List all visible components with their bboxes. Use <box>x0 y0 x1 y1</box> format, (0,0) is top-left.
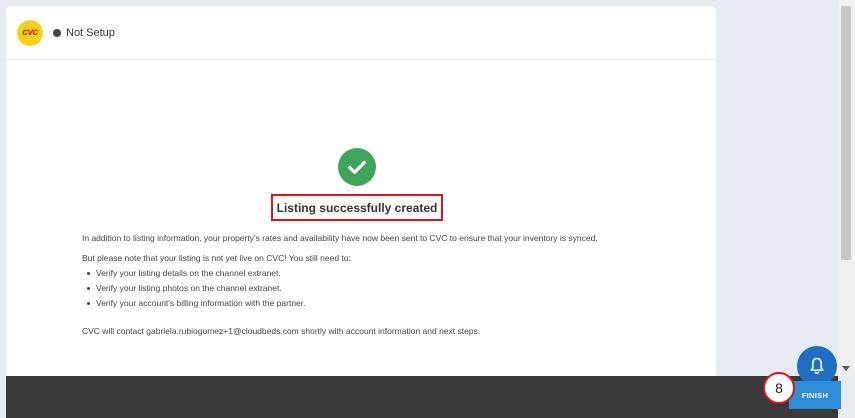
success-title: Listing successfully created <box>271 194 443 221</box>
list-item: Verify your listing photos on the channe… <box>82 281 702 296</box>
scrollbar[interactable] <box>838 0 855 376</box>
success-content: In addition to listing information, your… <box>82 232 702 345</box>
channel-header: cvc Not Setup <box>6 6 716 60</box>
note-text: But please note that your listing is not… <box>82 253 351 263</box>
list-item: Verify your listing details on the chann… <box>82 266 702 281</box>
scroll-down-icon[interactable] <box>842 366 850 371</box>
status-dot-icon <box>53 28 61 37</box>
intro-text: In addition to listing information, your… <box>82 233 598 243</box>
side-area <box>716 6 838 376</box>
bell-icon[interactable] <box>797 346 837 386</box>
contact-text: CVC will contact gabriela.rubiogomez+1@c… <box>82 326 481 336</box>
check-circle-icon <box>338 148 376 186</box>
scroll-thumb[interactable] <box>841 6 851 260</box>
step-number-badge: 8 <box>763 372 795 404</box>
list-item: Verify your account's billing informatio… <box>82 296 702 311</box>
cvc-logo: cvc <box>17 19 43 46</box>
app-frame: cvc Not Setup Listing successfully creat… <box>0 0 855 418</box>
finish-button[interactable]: FINISH <box>789 381 841 409</box>
todo-list: Verify your listing details on the chann… <box>82 266 702 311</box>
wizard-panel: cvc Not Setup Listing successfully creat… <box>6 6 716 376</box>
status-label: Not Setup <box>66 26 115 39</box>
wizard-footer <box>6 376 838 418</box>
